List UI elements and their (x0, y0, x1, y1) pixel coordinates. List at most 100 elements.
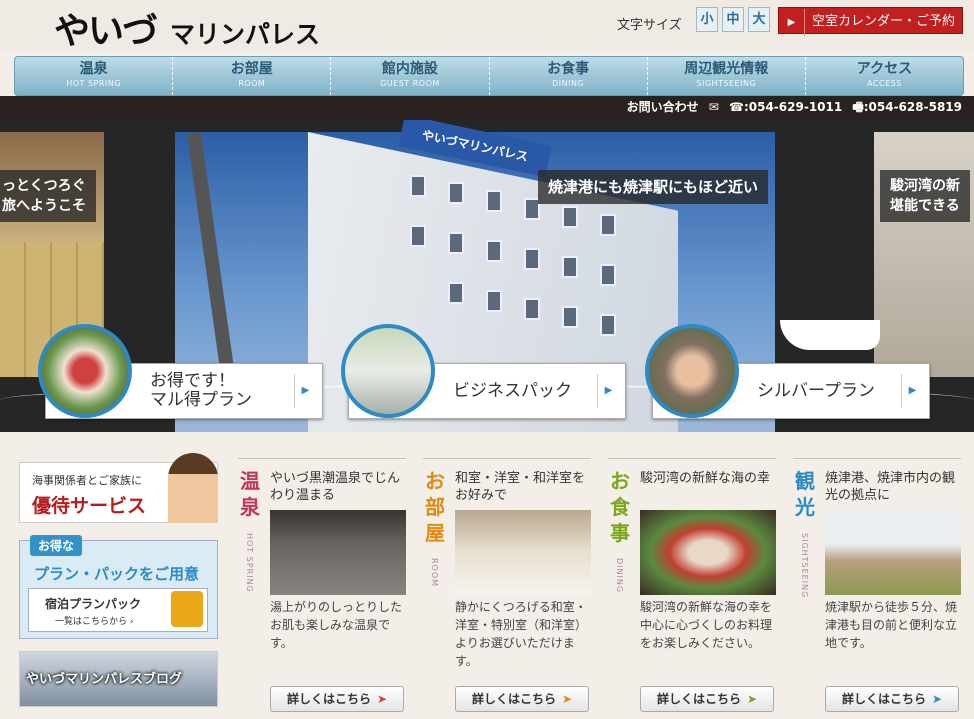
column-heading: 和室・洋室・和洋室をお好みで (455, 471, 586, 503)
more-details-button[interactable]: 詳しくはこちら ➤ (640, 686, 774, 712)
column-vertical-en: SIGHTSEEING (800, 533, 809, 599)
building-window (486, 290, 502, 312)
nav-label: アクセス (856, 61, 913, 77)
plan-label-line: マル得プラン (150, 390, 252, 410)
hot-spring-image[interactable] (270, 510, 406, 595)
divider (238, 458, 406, 459)
more-label: 詳しくはこちら (471, 692, 556, 706)
plan-label: シルバープラン (757, 381, 875, 401)
arrow-right-icon: ▶ (294, 374, 316, 408)
building-window (600, 314, 616, 336)
hero-next-slide-image[interactable] (874, 132, 974, 377)
fax-number: 🖷:054-628-5819 (852, 100, 962, 114)
plan-pack-sublink: 一覧はこちらから › (55, 617, 134, 627)
font-size-label: 文字サイズ (617, 18, 682, 33)
phone-number[interactable]: ☎:054-629-1011 (729, 100, 842, 114)
font-size-small-button[interactable]: 小 (696, 7, 718, 32)
divider (793, 458, 961, 459)
more-details-button[interactable]: 詳しくはこちら ➤ (270, 686, 404, 712)
column-heading: やいづ黒潮温泉でじんわり温まる (270, 471, 401, 503)
sashimi-image (38, 324, 132, 418)
banner-heading: プラン・パックをご用意 (34, 565, 200, 583)
more-details-button[interactable]: 詳しくはこちら ➤ (455, 686, 589, 712)
building-window (448, 282, 464, 304)
building-window (410, 225, 426, 247)
nav-sublabel: SIGHTSEEING (696, 79, 757, 88)
building-window (524, 248, 540, 270)
plan-button-silver-plan[interactable]: シルバープラン ▶ (645, 324, 930, 419)
sightseeing-image[interactable] (825, 510, 961, 595)
nav-item-hot-spring[interactable]: 温泉 HOT SPRING (15, 57, 174, 95)
feature-column-hot-spring: 温泉 HOT SPRING やいづ黒潮温泉でじんわり温まる 湯上がりのしっとりし… (238, 458, 406, 716)
building-window (562, 306, 578, 328)
column-vertical-title: お食事 (610, 469, 630, 545)
nav-label: お食事 (547, 61, 590, 77)
plan-pack-link[interactable]: 宿泊プランパック 一覧はこちらから › (28, 588, 208, 632)
banner-special-service[interactable]: 海事関係者とご家族に 優待サービス (19, 453, 218, 523)
plan-button-business-pack[interactable]: ビジネスパック ▶ (341, 324, 626, 419)
more-label: 詳しくはこちら (286, 692, 371, 706)
column-heading: 駿河湾の新鮮な海の幸 (640, 471, 771, 486)
building-window (562, 206, 578, 228)
chevron-right-icon: ➤ (746, 692, 758, 706)
font-size-medium-button[interactable]: 中 (722, 7, 744, 32)
calendar-reservation-button[interactable]: ▶ 空室カレンダー・ご予約 (778, 7, 963, 36)
banner-title: 優待サービス (32, 495, 147, 517)
column-heading: 焼津港、焼津市内の観光の拠点に (825, 471, 956, 503)
logo-text-sub: マリンパレス (170, 20, 321, 49)
nav-label: 館内施設 (381, 61, 438, 77)
column-vertical-title: 観光 (795, 469, 815, 519)
caption-line: 駿河湾の新 (890, 178, 960, 194)
font-size-large-button[interactable]: 大 (748, 7, 770, 32)
feature-column-dining: お食事 DINING 駿河湾の新鮮な海の幸 駿河湾の新鮮な海の幸を中心に心づくし… (608, 458, 776, 716)
caption-line: っとくつろぐ (2, 178, 86, 194)
nav-item-facilities[interactable]: 館内施設 GUEST ROOM (331, 57, 490, 95)
plan-label: お得です！ マル得プラン (150, 372, 252, 410)
nav-item-sightseeing[interactable]: 周辺観光情報 SIGHTSEEING (648, 57, 806, 95)
banner-blog[interactable]: やいづマリンパレスブログ (19, 651, 218, 707)
column-vertical-title: お部屋 (425, 469, 445, 545)
family-photo (168, 453, 218, 523)
main-nav: 温泉 HOT SPRING お部屋 ROOM 館内施設 GUEST ROOM お食事 D… (14, 56, 964, 96)
mail-icon[interactable]: ✉ (709, 100, 719, 114)
family-image (645, 324, 739, 418)
nav-label: 温泉 (79, 61, 108, 77)
building-window (486, 190, 502, 212)
nav-label: 周辺観光情報 (684, 61, 769, 77)
chevron-right-icon: ➤ (561, 692, 573, 706)
nav-item-access[interactable]: アクセス ACCESS (806, 57, 963, 95)
building-window (448, 182, 464, 204)
hero-caption-right: 駿河湾の新堪能できる (880, 170, 970, 222)
banner-tag: お得な (30, 535, 83, 556)
plan-label: ビジネスパック (453, 381, 572, 401)
column-vertical-en: ROOM (430, 558, 439, 588)
caption-line: 堪能できる (890, 198, 960, 214)
building-window (524, 298, 540, 320)
more-label: 詳しくはこちら (656, 692, 741, 706)
feature-column-sightseeing: 観光 SIGHTSEEING 焼津港、焼津市内の観光の拠点に 焼津駅から徒歩５分… (793, 458, 961, 716)
plan-button-maru-toku[interactable]: お得です！ マル得プラン ▶ (38, 324, 323, 419)
blog-banner-label: やいづマリンパレスブログ (26, 672, 183, 687)
nav-item-room[interactable]: お部屋 ROOM (173, 57, 332, 95)
building-window (448, 232, 464, 254)
column-vertical-en: HOT SPRING (245, 533, 254, 593)
logo-text-main: やいづ (54, 10, 158, 52)
arrow-right-icon: ▶ (779, 9, 805, 36)
suitcase-icon (171, 591, 203, 627)
room-image[interactable] (455, 510, 591, 595)
banner-plan-pack[interactable]: お得な プラン・パックをご用意 宿泊プランパック 一覧はこちらから › (19, 535, 218, 639)
nav-sublabel: GUEST ROOM (380, 79, 440, 88)
meeting-room-image (341, 324, 435, 418)
column-description: 駿河湾の新鮮な海の幸を中心に心づくしのお料理をお楽しみください。 (640, 600, 773, 650)
site-logo[interactable]: やいづ マリンパレス (54, 2, 320, 54)
nav-sublabel: DINING (552, 79, 585, 88)
banner-subtitle: 海事関係者とご家族に (32, 474, 142, 487)
nav-label: お部屋 (230, 61, 273, 77)
column-vertical-title: 温泉 (240, 469, 260, 519)
contact-info: お問い合わせ ✉ ☎:054-629-1011 🖷:054-628-5819 (621, 98, 962, 119)
nav-item-dining[interactable]: お食事 DINING (490, 57, 648, 95)
chevron-right-icon: ➤ (376, 692, 388, 706)
more-label: 詳しくはこちら (841, 692, 926, 706)
more-details-button[interactable]: 詳しくはこちら ➤ (825, 686, 959, 712)
dining-image[interactable] (640, 510, 776, 595)
